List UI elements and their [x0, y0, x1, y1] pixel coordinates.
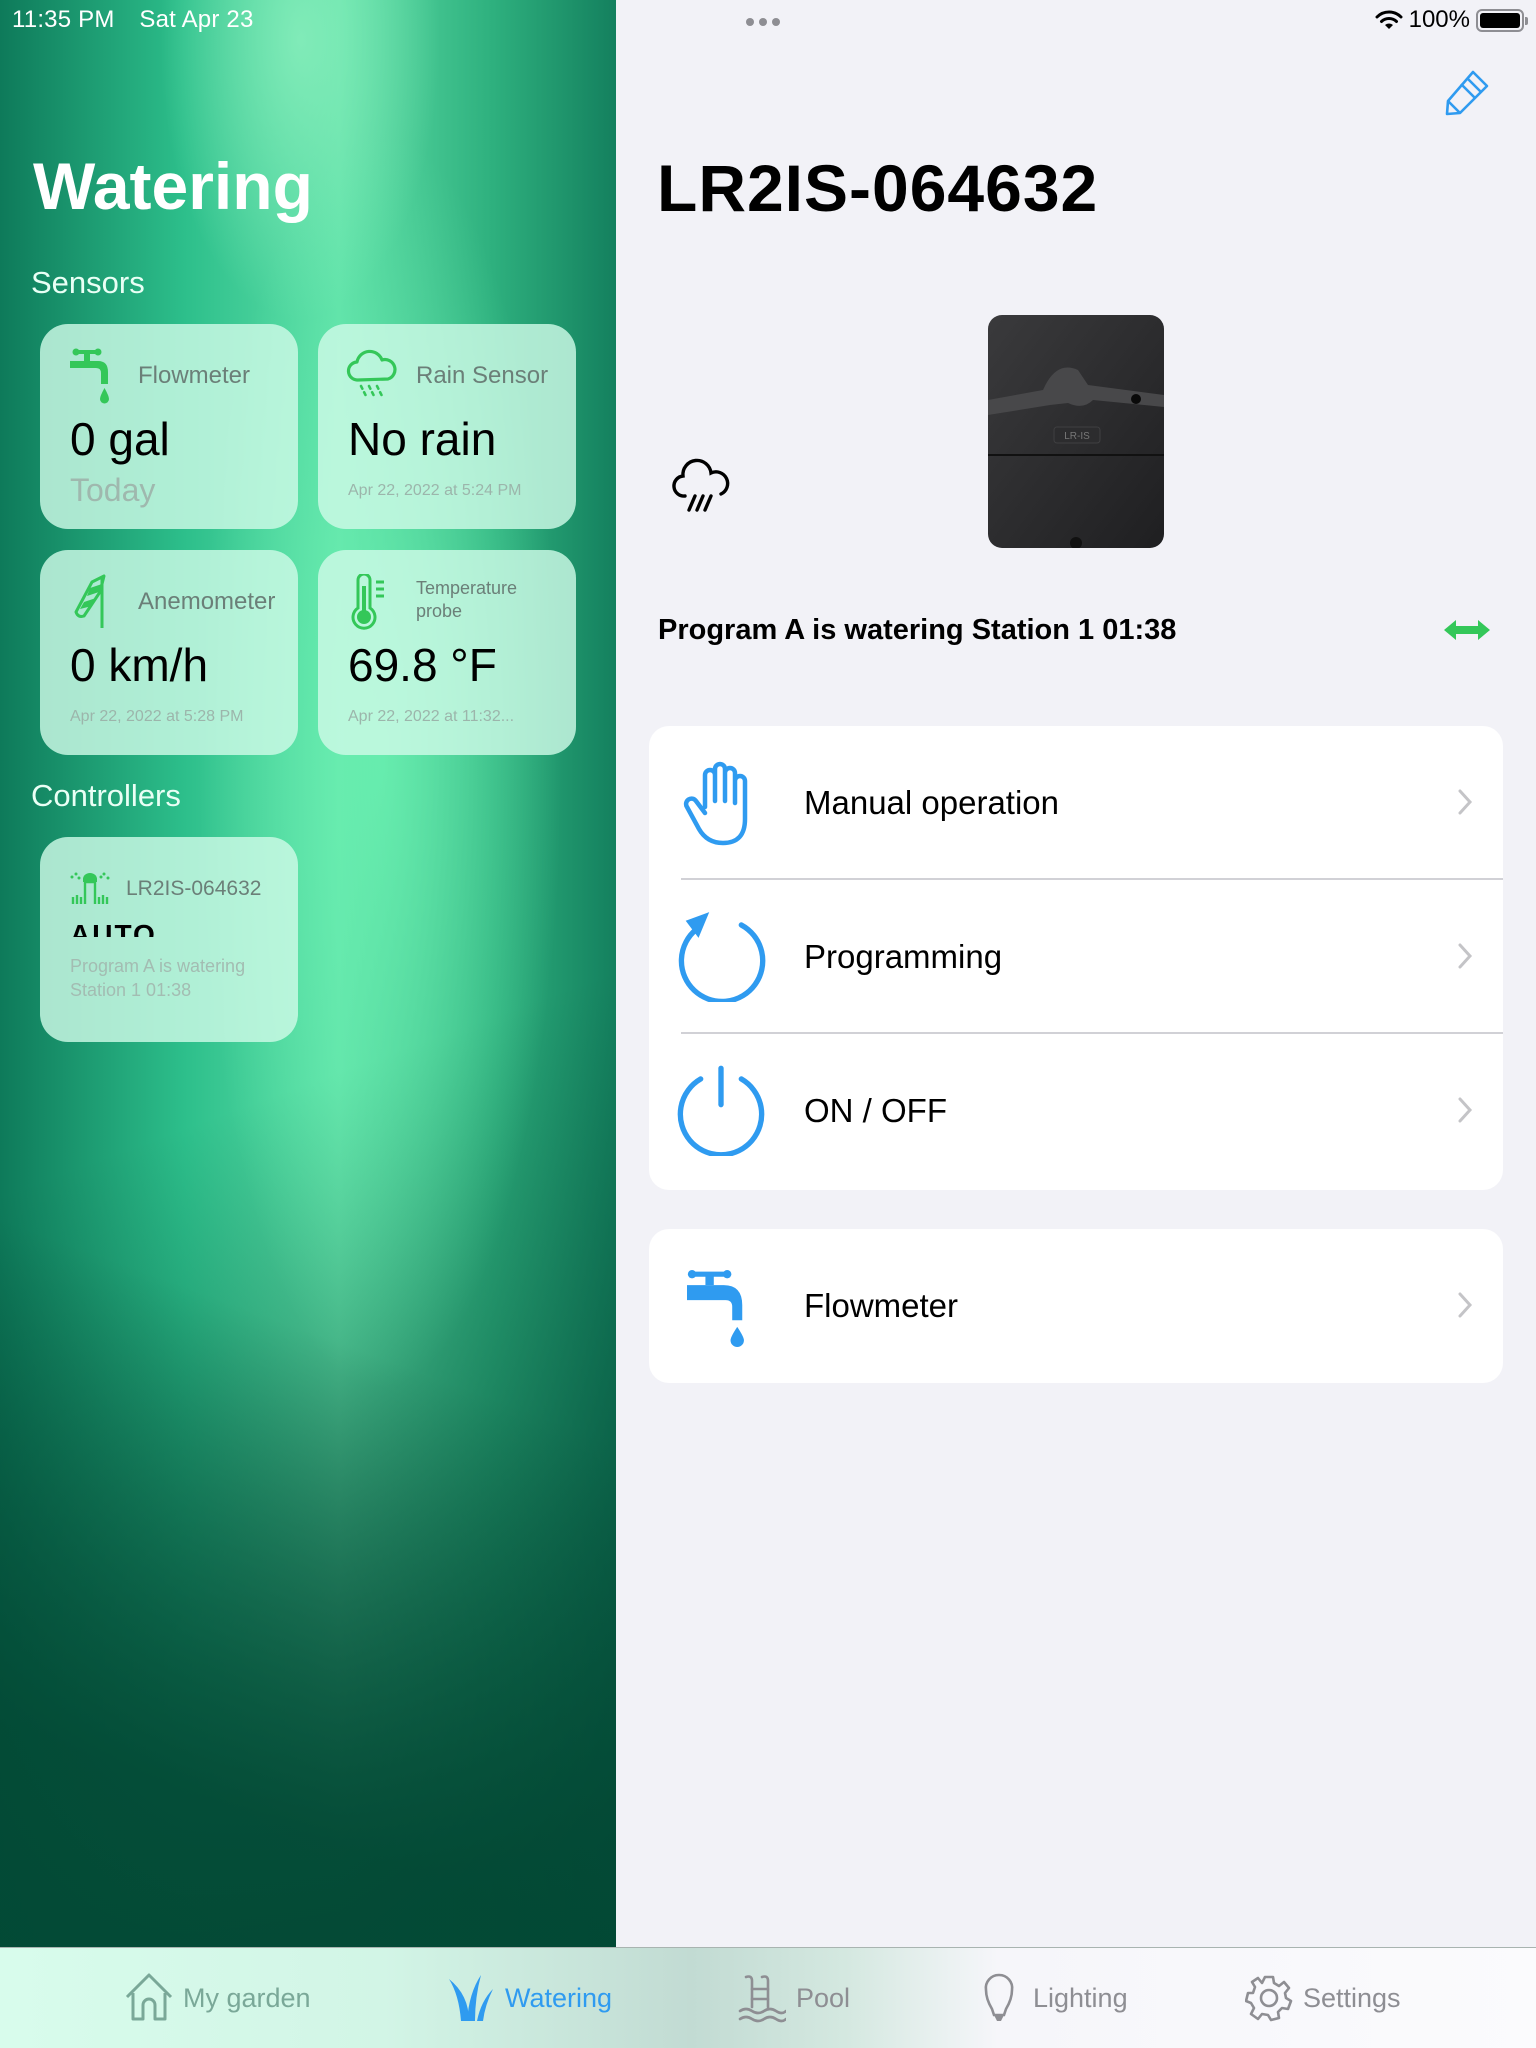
page-title: Watering [33, 149, 313, 223]
pencil-icon[interactable] [1443, 68, 1491, 116]
multitasking-handle[interactable] [746, 18, 780, 26]
grass-icon [449, 1975, 493, 2021]
battery-icon [1476, 8, 1528, 32]
cloud-rain-icon [346, 349, 397, 400]
chevron-right-icon [1458, 1097, 1473, 1123]
wifi-icon [1375, 10, 1403, 29]
detail-pane: 100% LR2IS-064632 LR-IS Program A is wat… [616, 0, 1536, 1947]
windsock-icon [74, 574, 106, 628]
menu-row-label: Programming [804, 938, 1003, 975]
chevron-right-icon [1458, 789, 1473, 815]
controller-card[interactable]: LR2IS-064632 AUTO Program A is watering … [40, 837, 298, 1042]
controllers-section-label: Controllers [31, 778, 181, 813]
power-icon [677, 1065, 765, 1156]
thermometer-icon [351, 574, 384, 630]
status-bar-right: 100% [1375, 6, 1528, 34]
menu-row-label: ON / OFF [804, 1092, 947, 1129]
sensor-timestamp: Apr 22, 2022 at 5:24 PM [348, 482, 522, 499]
controller-actions-card: Manual operation Programming ON / OFF [649, 726, 1503, 1190]
menu-row-flowmeter[interactable]: Flowmeter [649, 1229, 1503, 1383]
sensor-name: Anemometer [138, 588, 276, 615]
menu-row-manual-operation[interactable]: Manual operation [649, 726, 1503, 880]
tab-my-garden[interactable]: My garden [125, 1970, 311, 2026]
sprinkler-icon [70, 872, 110, 904]
sensor-name: Rain Sensor [416, 362, 549, 389]
sensor-value: 0 km/h [70, 639, 209, 691]
watering-status: Program A is watering Station 1 01:38 [658, 614, 1177, 646]
sidebar: 11:35 PM Sat Apr 23 Watering Sensors Flo… [0, 0, 616, 1947]
sensor-timestamp: Apr 22, 2022 at 5:28 PM [70, 708, 244, 725]
double-arrow-icon [1444, 620, 1490, 640]
sensor-card-rain[interactable]: Rain Sensor No rain Apr 22, 2022 at 5:24… [318, 324, 576, 529]
status-bar-left: 11:35 PM Sat Apr 23 [12, 6, 272, 34]
menu-row-programming[interactable]: Programming [649, 880, 1503, 1034]
pool-ladder-icon [738, 1975, 786, 2023]
sensor-card-temperature[interactable]: Temperature probe 69.8 °F Apr 22, 2022 a… [318, 550, 576, 755]
sensor-period: Today [70, 472, 156, 508]
menu-row-on-off[interactable]: ON / OFF [649, 1034, 1503, 1188]
faucet-icon [687, 1270, 744, 1348]
tab-settings[interactable]: Settings [1245, 1970, 1401, 2026]
tab-label: Lighting [1033, 1982, 1128, 2013]
menu-row-label: Manual operation [804, 784, 1060, 821]
sensor-name: Temperature probe [416, 578, 518, 621]
battery-percent: 100% [1408, 6, 1470, 33]
sensor-name: Flowmeter [138, 362, 251, 389]
controller-name: LR2IS-064632 [126, 877, 262, 900]
faucet-icon [70, 348, 109, 404]
controller-status: Program A is watering Station 1 01:38 [70, 956, 246, 1000]
controller-device-image: LR-IS [988, 315, 1164, 549]
sensor-value: 0 gal [70, 413, 170, 465]
tab-lighting[interactable]: Lighting [975, 1970, 1128, 2026]
gear-icon [1245, 1975, 1293, 2022]
lightbulb-icon [984, 1973, 1014, 2021]
tab-label: Watering [505, 1982, 613, 2013]
cloud-rain-icon [672, 458, 730, 512]
device-badge: LR-IS [1064, 431, 1090, 442]
tab-label: My garden [183, 1982, 311, 2013]
tab-pool[interactable]: Pool [738, 1970, 850, 2026]
flowmeter-card: Flowmeter [649, 1229, 1503, 1383]
sensors-section-label: Sensors [31, 265, 145, 300]
tab-label: Settings [1303, 1982, 1401, 2013]
chevron-right-icon [1458, 1292, 1473, 1318]
tab-label: Pool [796, 1982, 851, 2013]
refresh-circle-icon [678, 912, 766, 1002]
hand-icon [683, 761, 748, 846]
tab-watering[interactable]: Watering [447, 1970, 612, 2026]
controller-mode: AUTO [70, 919, 157, 937]
status-date: Sat Apr 23 [139, 6, 254, 33]
device-title: LR2IS-064632 [657, 151, 1099, 225]
sensor-card-anemometer[interactable]: Anemometer 0 km/h Apr 22, 2022 at 5:28 P… [40, 550, 298, 755]
house-icon [125, 1973, 173, 2021]
status-time: 11:35 PM [12, 6, 115, 33]
sensor-card-flowmeter[interactable]: Flowmeter 0 gal Today [40, 324, 298, 529]
chevron-right-icon [1458, 943, 1473, 969]
sensor-timestamp: Apr 22, 2022 at 11:32... [348, 708, 515, 725]
sensor-value: No rain [348, 413, 497, 465]
menu-row-label: Flowmeter [804, 1287, 959, 1324]
sensor-value: 69.8 °F [348, 639, 497, 691]
tab-bar: My garden Watering Pool Lighting Setting… [0, 1947, 1536, 2048]
